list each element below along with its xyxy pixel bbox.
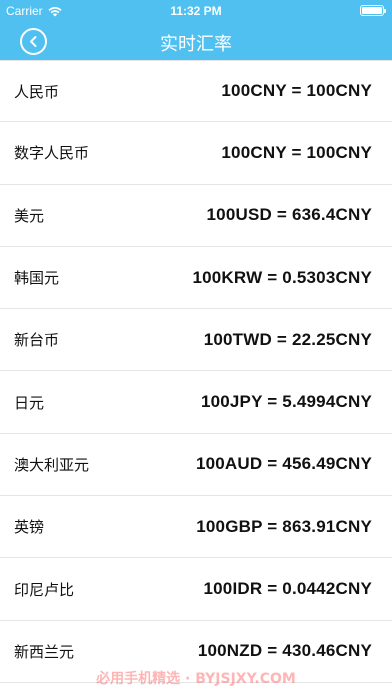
rate-value: 100NZD = 430.46CNY — [197, 641, 372, 661]
rate-row-ecny[interactable]: 数字人民币 100CNY = 100CNY — [0, 122, 392, 185]
currency-name: 英镑 — [14, 518, 45, 537]
battery-nub — [384, 9, 386, 13]
currency-name: 新台币 — [14, 331, 60, 350]
battery-level — [362, 7, 382, 14]
rate-row-idr[interactable]: 印尼卢比 100IDR = 0.0442CNY — [0, 558, 392, 621]
rate-row-aud[interactable]: 澳大利亚元 100AUD = 456.49CNY — [0, 434, 392, 497]
rate-value: 100USD = 636.4CNY — [206, 205, 372, 225]
rate-value: 100CNY = 100CNY — [221, 142, 372, 162]
status-time: 11:32 PM — [170, 4, 222, 18]
rate-row-gbp[interactable]: 英镑 100GBP = 863.91CNY — [0, 496, 392, 559]
battery-icon — [360, 5, 386, 16]
status-bar: Carrier 11:32 PM — [0, 0, 392, 22]
exchange-rate-list: 人民币 100CNY = 100CNY 数字人民币 100CNY = 100CN… — [0, 60, 392, 683]
rate-value: 100GBP = 863.91CNY — [196, 516, 372, 536]
currency-name: 日元 — [14, 393, 45, 412]
currency-name: 数字人民币 — [14, 144, 90, 163]
currency-name: 美元 — [14, 206, 45, 225]
rate-row-twd[interactable]: 新台币 100TWD = 22.25CNY — [0, 309, 392, 372]
rate-row-cny[interactable]: 人民币 100CNY = 100CNY — [0, 60, 392, 123]
currency-name: 人民币 — [14, 82, 60, 101]
rate-value: 100JPY = 5.4994CNY — [200, 392, 372, 412]
navigation-bar: 实时汇率 — [0, 22, 392, 60]
currency-name: 韩国元 — [14, 269, 60, 288]
rate-value: 100AUD = 456.49CNY — [195, 454, 372, 474]
rate-row-nzd[interactable]: 新西兰元 100NZD = 430.46CNY — [0, 621, 392, 683]
rate-value: 100CNY = 100CNY — [221, 81, 372, 101]
rate-row-krw[interactable]: 韩国元 100KRW = 0.5303CNY — [0, 247, 392, 310]
page-title: 实时汇率 — [160, 34, 232, 55]
rate-row-jpy[interactable]: 日元 100JPY = 5.4994CNY — [0, 371, 392, 434]
rate-value: 100TWD = 22.25CNY — [203, 329, 372, 349]
currency-name: 新西兰元 — [14, 642, 75, 661]
currency-name: 澳大利亚元 — [14, 455, 90, 474]
rate-value: 100IDR = 0.0442CNY — [203, 579, 372, 599]
currency-name: 印尼卢比 — [14, 580, 75, 599]
rate-value: 100KRW = 0.5303CNY — [192, 267, 372, 287]
rate-row-usd[interactable]: 美元 100USD = 636.4CNY — [0, 185, 392, 247]
